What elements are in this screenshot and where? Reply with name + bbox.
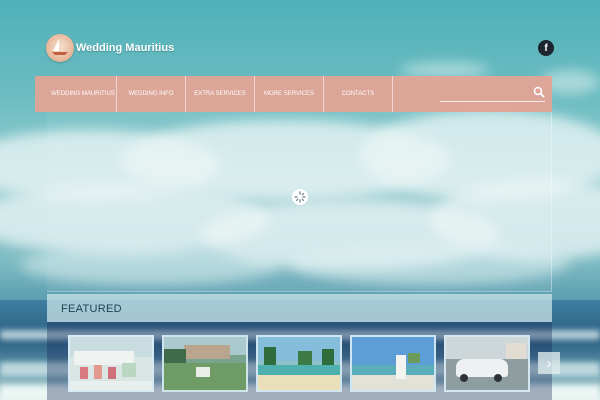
sailboat-logo-icon[interactable] <box>46 34 74 62</box>
featured-title: FEATURED <box>61 303 122 315</box>
site-title[interactable]: Wedding Mauritius <box>76 42 174 54</box>
thumbnail-wedding-car[interactable] <box>444 335 530 392</box>
thumbnail-wedding-table-setup[interactable] <box>68 335 154 392</box>
thumbnail-beach-resort-lawn[interactable] <box>162 335 248 392</box>
nav-item-wedding-info[interactable]: WEDDING INFO <box>117 76 186 112</box>
nav-item-wedding-mauritius[interactable]: WEDDING MAURITIUS <box>50 76 117 112</box>
search-input[interactable] <box>440 82 525 102</box>
thumbnail-beach-wedding-arch[interactable] <box>350 335 436 392</box>
main-navigation: WEDDING MAURITIUS WEDDING INFO EXTRA SER… <box>35 76 552 112</box>
nav-item-contacts[interactable]: CONTACTS <box>324 76 393 112</box>
loading-spinner-icon <box>292 189 308 205</box>
search-box <box>440 82 545 102</box>
search-icon[interactable] <box>533 85 545 103</box>
nav-item-extra-services[interactable]: EXTRA SERVICES <box>186 76 255 112</box>
facebook-icon[interactable]: f <box>538 40 554 56</box>
site-header: Wedding Mauritius f <box>46 34 556 64</box>
thumbnail-palm-beach-resort[interactable] <box>256 335 342 392</box>
nav-item-more-services[interactable]: MORE SERVICES <box>255 76 324 112</box>
chevron-right-icon[interactable]: › <box>538 352 560 374</box>
featured-section-header: FEATURED <box>47 294 552 322</box>
